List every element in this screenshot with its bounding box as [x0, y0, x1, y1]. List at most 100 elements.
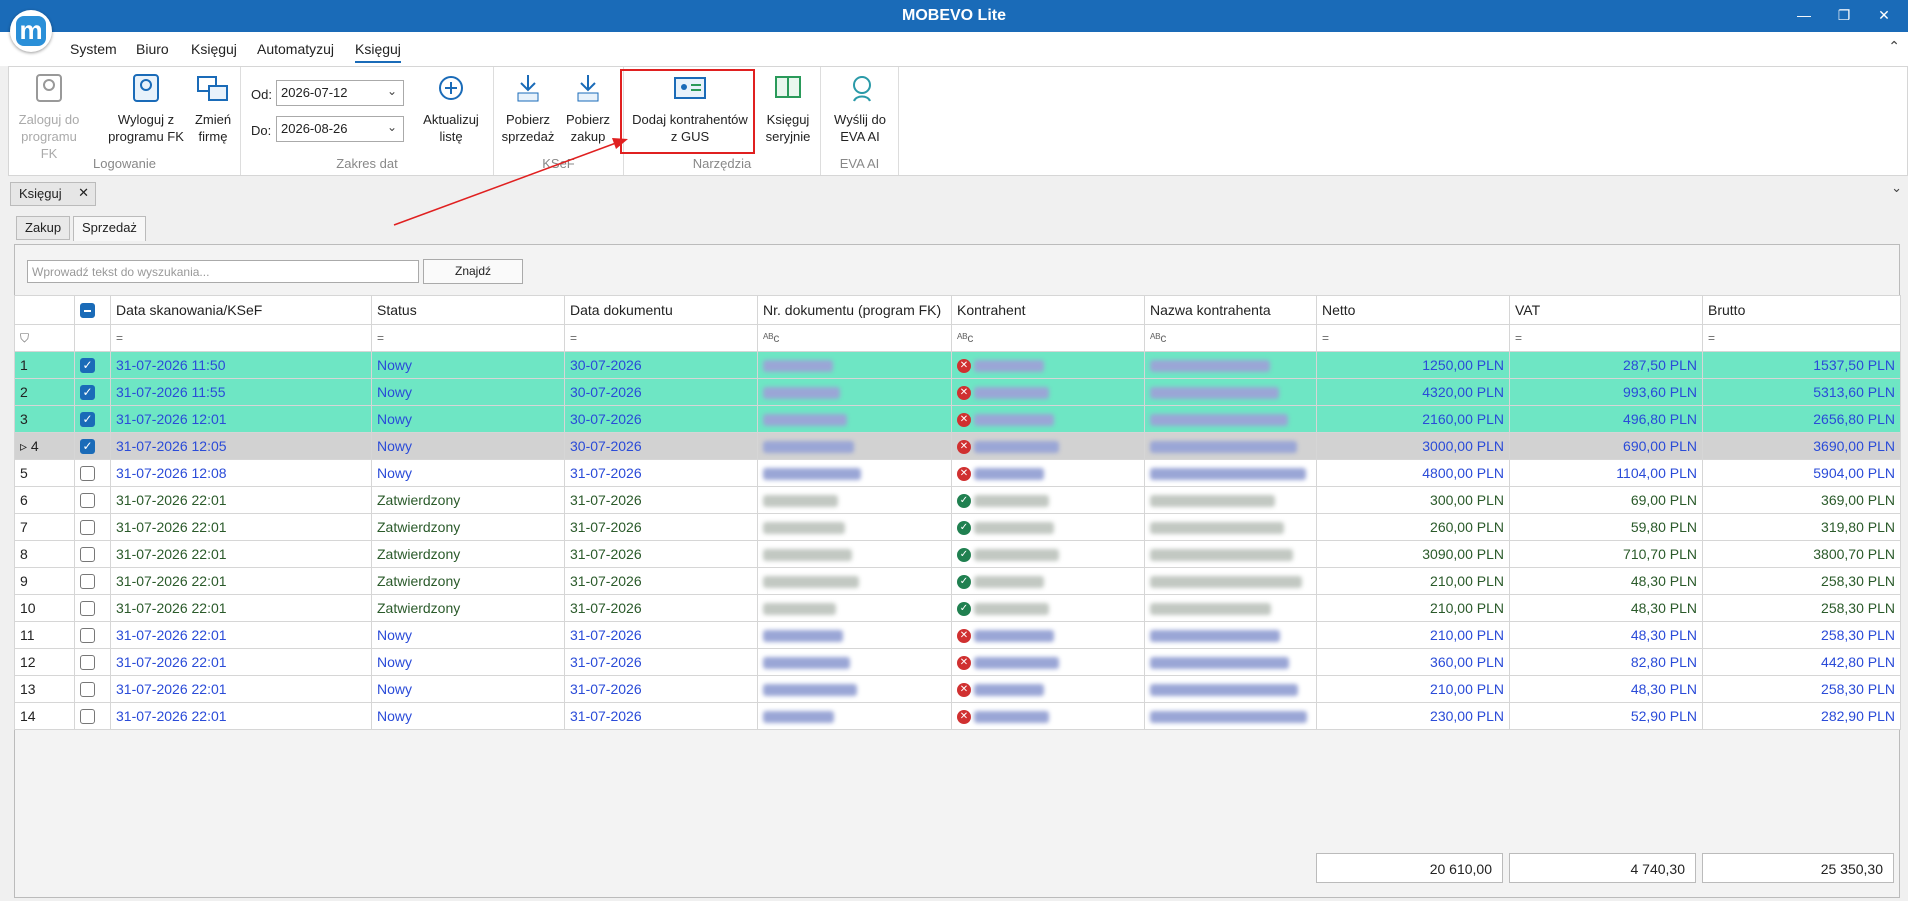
table-row[interactable]: 8 31-07-2026 22:01 Zatwierdzony 31-07-2026 ✓… — [14, 540, 1901, 568]
table-row[interactable]: 9 31-07-2026 22:01 Zatwierdzony 31-07-2026 ✓… — [14, 567, 1901, 595]
menu-biuro[interactable]: Biuro — [136, 41, 169, 57]
od-date-input[interactable]: 2026-07-12 ⌄ — [276, 80, 404, 106]
wyloguj-button[interactable]: Wyloguj z programu FK — [105, 73, 187, 145]
brutto-value: 3690,00 PLN — [1702, 432, 1901, 460]
search-input[interactable]: Wprowadź tekst do wyszukania... — [27, 260, 419, 283]
table-row[interactable]: 7 31-07-2026 22:01 Zatwierdzony 31-07-2026 ✓… — [14, 513, 1901, 541]
row-number: 13 — [14, 675, 75, 703]
row-number: 11 — [14, 621, 75, 649]
filter-cell[interactable]: = — [110, 324, 372, 352]
doc-number-redacted — [757, 594, 952, 622]
status-text: Zatwierdzony — [371, 567, 565, 595]
table-row[interactable]: 10 31-07-2026 22:01 Zatwierdzony 31-07-2026… — [14, 594, 1901, 622]
filter-cell[interactable]: ᴬᴮc — [951, 324, 1145, 352]
row-checkbox[interactable]: ✓ — [80, 412, 95, 428]
row-checkbox[interactable] — [80, 574, 95, 590]
row-checkbox[interactable]: ✓ — [80, 358, 95, 374]
tab-sprzedaz[interactable]: Sprzedaż — [73, 216, 146, 241]
row-checkbox[interactable]: ✓ — [80, 439, 95, 455]
contractor-name-redacted — [1144, 675, 1317, 703]
table-row[interactable]: ▹ 4 ✓ 31-07-2026 12:05 Nowy 30-07-2026 ✕ 3000,… — [14, 432, 1901, 460]
status-text: Nowy — [371, 432, 565, 460]
minimize-button[interactable]: — — [1784, 4, 1824, 26]
col-doc-date[interactable]: Data dokumentu — [564, 295, 758, 325]
col-contractor-name[interactable]: Nazwa kontrahenta — [1144, 295, 1317, 325]
brutto-value: 282,90 PLN — [1702, 702, 1901, 730]
row-checkbox[interactable] — [80, 520, 95, 536]
ksieguj-seryjnie-button[interactable]: Księguj seryjnie — [760, 73, 816, 145]
table-row[interactable]: 13 31-07-2026 22:01 Nowy 31-07-2026 ✕ 210,00 … — [14, 675, 1901, 703]
zmien-firme-button[interactable]: Zmień firmę — [189, 73, 237, 145]
total-brutto: 25 350,30 — [1702, 853, 1894, 883]
filter-cell[interactable]: = — [371, 324, 565, 352]
ribbon-collapse-icon[interactable]: ⌃ — [1888, 38, 1900, 55]
row-checkbox[interactable] — [80, 601, 95, 617]
menu-ksieguj-active[interactable]: Księguj — [355, 41, 401, 63]
tab-ksieguj[interactable]: Księguj ✕ — [10, 182, 96, 206]
select-all-checkbox[interactable] — [80, 303, 95, 319]
col-scan[interactable]: Data skanowania/KSeF — [110, 295, 372, 325]
table-row[interactable]: 12 31-07-2026 22:01 Nowy 31-07-2026 ✕ 360,00 … — [14, 648, 1901, 676]
restore-button[interactable]: ❐ — [1824, 4, 1864, 26]
vat-value: 287,50 PLN — [1509, 351, 1703, 379]
error-status-icon: ✕ — [957, 440, 971, 455]
table-row[interactable]: 5 31-07-2026 12:08 Nowy 31-07-2026 ✕ 4800,00 … — [14, 459, 1901, 487]
netto-value: 210,00 PLN — [1316, 675, 1510, 703]
menu-automatyzuj[interactable]: Automatyzuj — [257, 41, 334, 57]
filter-cell[interactable]: = — [1702, 324, 1901, 352]
wyslij-eva-button[interactable]: Wyślij do EVA AI — [825, 73, 895, 145]
doc-date: 31-07-2026 — [564, 702, 758, 730]
doc-date: 30-07-2026 — [564, 405, 758, 433]
col-vat[interactable]: VAT — [1509, 295, 1703, 325]
find-button[interactable]: Znajdź — [423, 259, 523, 284]
row-checkbox[interactable] — [80, 547, 95, 563]
zaloguj-button[interactable]: Zaloguj do programu FK — [13, 73, 85, 162]
row-checkbox[interactable] — [80, 682, 95, 698]
col-netto[interactable]: Netto — [1316, 295, 1510, 325]
filter-icon[interactable]: ⛉ — [14, 324, 75, 352]
contractor-name-redacted — [1144, 567, 1317, 595]
filter-cell[interactable]: ᴬᴮc — [1144, 324, 1317, 352]
row-checkbox[interactable] — [80, 466, 95, 482]
vat-value: 48,30 PLN — [1509, 621, 1703, 649]
logout-icon — [133, 74, 159, 102]
doc-date: 30-07-2026 — [564, 432, 758, 460]
col-contractor[interactable]: Kontrahent — [951, 295, 1145, 325]
filter-cell[interactable]: = — [1316, 324, 1510, 352]
row-number: 10 — [14, 594, 75, 622]
table-row[interactable]: 3 ✓ 31-07-2026 12:01 Nowy 30-07-2026 ✕ 2160,00… — [14, 405, 1901, 433]
close-window-button[interactable]: ✕ — [1864, 4, 1904, 26]
filter-cell[interactable]: = — [1509, 324, 1703, 352]
netto-value: 4320,00 PLN — [1316, 378, 1510, 406]
contractor-name-redacted — [1144, 648, 1317, 676]
error-status-icon: ✕ — [957, 629, 971, 644]
contractor-cell: ✓ — [951, 567, 1145, 595]
col-doc-number[interactable]: Nr. dokumentu (program FK) — [757, 295, 952, 325]
col-status[interactable]: Status — [371, 295, 565, 325]
table-row[interactable]: 1 ✓ 31-07-2026 11:50 Nowy 30-07-2026 ✕ 1250,00… — [14, 351, 1901, 379]
row-checkbox[interactable] — [80, 709, 95, 725]
row-checkbox[interactable] — [80, 628, 95, 644]
row-checkbox[interactable]: ✓ — [80, 385, 95, 401]
row-checkbox[interactable] — [80, 493, 95, 509]
contractor-cell: ✕ — [951, 351, 1145, 379]
brutto-value: 442,80 PLN — [1702, 648, 1901, 676]
menu-system[interactable]: System — [70, 41, 117, 57]
filter-cell[interactable]: = — [564, 324, 758, 352]
doc-date: 31-07-2026 — [564, 540, 758, 568]
filter-cell[interactable]: ᴬᴮc — [757, 324, 952, 352]
tab-zakup[interactable]: Zakup — [16, 216, 71, 240]
close-tab-icon[interactable]: ✕ — [78, 185, 89, 201]
table-row[interactable]: 11 31-07-2026 22:01 Nowy 31-07-2026 ✕ 210,00 … — [14, 621, 1901, 649]
scan-date: 31-07-2026 22:01 — [110, 567, 372, 595]
table-row[interactable]: 14 31-07-2026 22:01 Nowy 31-07-2026 ✕ 230,00 … — [14, 702, 1901, 730]
menu-ksieguj[interactable]: Księguj — [191, 41, 237, 57]
vat-value: 59,80 PLN — [1509, 513, 1703, 541]
table-row[interactable]: 2 ✓ 31-07-2026 11:55 Nowy 30-07-2026 ✕ 4320,00… — [14, 378, 1901, 406]
chevron-down-icon[interactable]: ⌄ — [1891, 180, 1902, 196]
row-number: 8 — [14, 540, 75, 568]
col-brutto[interactable]: Brutto — [1702, 295, 1901, 325]
doc-number-redacted — [757, 405, 952, 433]
table-row[interactable]: 6 31-07-2026 22:01 Zatwierdzony 31-07-2026 ✓… — [14, 486, 1901, 514]
row-checkbox[interactable] — [80, 655, 95, 671]
